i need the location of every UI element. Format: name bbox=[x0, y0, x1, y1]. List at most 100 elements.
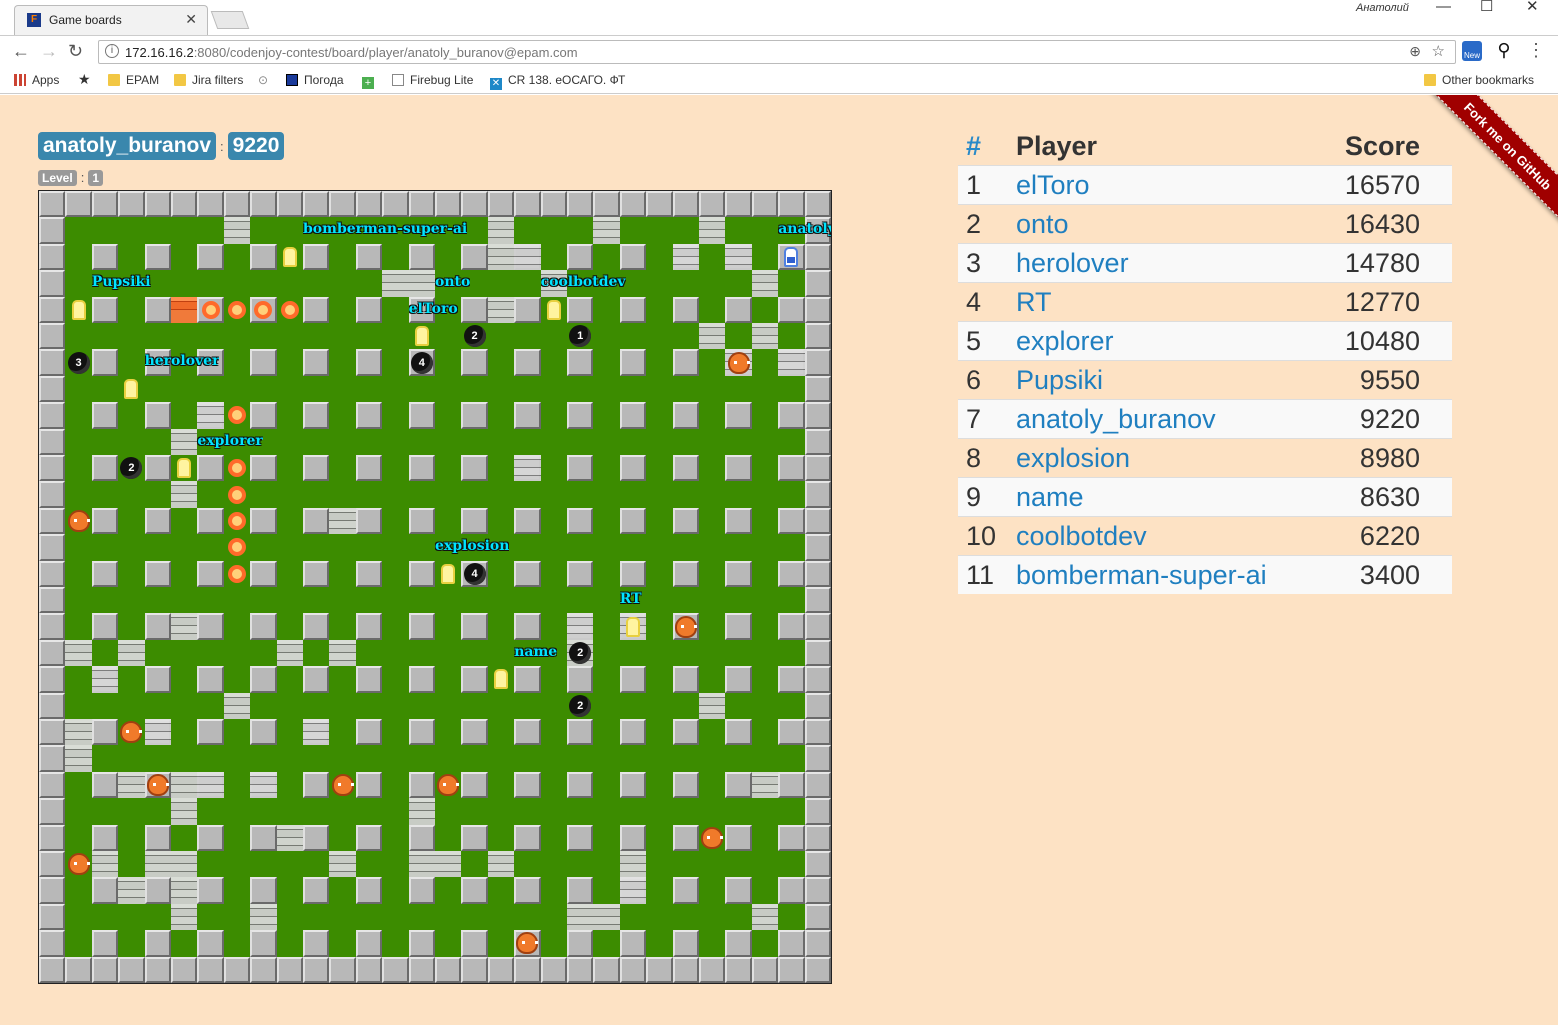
wall-block bbox=[699, 956, 726, 983]
wall-block bbox=[804, 719, 831, 746]
destructible-brick bbox=[699, 217, 726, 244]
wall-block bbox=[804, 402, 831, 429]
wall-block bbox=[725, 560, 752, 587]
wall-block bbox=[355, 402, 383, 429]
url-text[interactable]: 172.16.16.2:8080/codenjoy-contest/board/… bbox=[125, 45, 578, 60]
player-link[interactable]: explorer bbox=[1016, 326, 1114, 357]
player-link[interactable]: bomberman-super-ai bbox=[1016, 560, 1267, 591]
wall-block bbox=[725, 507, 752, 535]
star-icon[interactable]: ★ bbox=[78, 71, 91, 88]
menu-kebab-icon[interactable]: ⋮ bbox=[1526, 41, 1546, 61]
blast-icon bbox=[224, 297, 250, 323]
github-ribbon-label[interactable]: Fork me on GitHub bbox=[1410, 95, 1558, 249]
tab-close-icon[interactable]: ✕ bbox=[185, 11, 197, 28]
player-link[interactable]: coolbotdev bbox=[1016, 521, 1147, 552]
folder-icon bbox=[108, 74, 120, 86]
player-link[interactable]: explosion bbox=[1016, 443, 1130, 474]
info-icon[interactable]: i bbox=[105, 44, 119, 58]
wall-block bbox=[355, 191, 383, 218]
forward-icon[interactable]: → bbox=[40, 41, 58, 62]
player-link[interactable]: anatoly_buranov bbox=[1016, 404, 1216, 435]
bookmark-apps[interactable]: Apps bbox=[14, 73, 59, 87]
wall-block bbox=[804, 375, 831, 403]
extension-key-icon[interactable]: ⚲ bbox=[1494, 41, 1514, 61]
player-link[interactable]: name bbox=[1016, 482, 1084, 513]
wall-block bbox=[567, 455, 594, 482]
wall-block bbox=[619, 956, 647, 983]
bookmark-label: Apps bbox=[32, 73, 60, 87]
wall-block bbox=[804, 930, 831, 957]
wall-block bbox=[144, 455, 171, 482]
other-bomberman-icon bbox=[409, 323, 435, 349]
wall-block bbox=[408, 507, 435, 535]
destructible-brick bbox=[171, 798, 198, 825]
wall-block bbox=[408, 771, 435, 799]
destructible-brick bbox=[223, 692, 251, 719]
wall-block bbox=[778, 824, 805, 851]
github-ribbon[interactable]: Fork me on GitHub bbox=[1410, 95, 1558, 285]
player-link[interactable]: elToro bbox=[1016, 170, 1090, 201]
wall-block bbox=[197, 191, 224, 218]
extension-new-icon[interactable]: New bbox=[1462, 41, 1482, 61]
player-link[interactable]: RT bbox=[1016, 287, 1052, 318]
plus-icon[interactable]: + bbox=[362, 73, 380, 89]
destructible-brick bbox=[382, 270, 409, 297]
wall-block bbox=[329, 956, 356, 983]
folder-icon bbox=[174, 74, 186, 86]
profile-name[interactable]: Анатолий bbox=[1356, 2, 1409, 14]
wall-block bbox=[672, 771, 699, 799]
bookmark-cr138[interactable]: ✕ CR 138. еОСАГО. ФТ bbox=[490, 73, 625, 90]
game-board[interactable]: 21342422bomberman-super-aianatoly_Pupsik… bbox=[38, 190, 832, 984]
map-pin-icon[interactable]: ⊙ bbox=[258, 73, 268, 87]
player-name-label: elToro bbox=[408, 300, 458, 317]
wall-block bbox=[408, 613, 435, 640]
blast-icon bbox=[197, 297, 223, 323]
address-bar[interactable]: i 172.16.16.2:8080/codenjoy-contest/boar… bbox=[98, 40, 1456, 64]
leaderboard-row: 5 explorer 10480 bbox=[958, 321, 1452, 360]
player-link[interactable]: herolover bbox=[1016, 248, 1129, 279]
destructible-brick bbox=[171, 613, 198, 640]
wall-block bbox=[355, 666, 383, 693]
rank-cell: 4 bbox=[966, 287, 982, 317]
separator: : bbox=[80, 170, 85, 186]
bookmark-other[interactable]: Other bookmarks bbox=[1424, 73, 1534, 87]
destructible-brick bbox=[118, 639, 145, 667]
blast-icon bbox=[250, 297, 276, 323]
tab-game-boards[interactable]: F Game boards ✕ bbox=[14, 5, 208, 35]
wall-block bbox=[39, 613, 66, 640]
wall-block bbox=[619, 560, 647, 587]
new-tab-button[interactable] bbox=[210, 11, 250, 29]
wall-block bbox=[144, 296, 171, 323]
wall-block bbox=[355, 613, 383, 640]
reload-icon[interactable]: ↻ bbox=[68, 41, 83, 62]
minimize-icon[interactable]: — bbox=[1436, 0, 1451, 15]
destructible-brick bbox=[435, 851, 462, 878]
bookmark-jira-filters[interactable]: Jira filters bbox=[174, 73, 243, 87]
bookmark-star-icon[interactable]: ☆ bbox=[1432, 42, 1445, 60]
score-cell: 8630 bbox=[1359, 482, 1420, 512]
destructible-brick bbox=[276, 824, 303, 851]
bomb-icon: 1 bbox=[567, 323, 593, 349]
maximize-icon[interactable]: ☐ bbox=[1480, 0, 1493, 15]
close-window-icon[interactable]: ✕ bbox=[1526, 0, 1539, 15]
back-icon[interactable]: ← bbox=[12, 41, 30, 62]
bomb-icon: 4 bbox=[409, 349, 435, 375]
wall-block bbox=[39, 481, 66, 508]
destructible-brick bbox=[171, 851, 198, 878]
bookmark-epam[interactable]: EPAM bbox=[108, 73, 159, 87]
destructible-brick bbox=[514, 455, 541, 482]
bomb-icon: 2 bbox=[567, 640, 593, 666]
bookmark-firebug-lite[interactable]: Firebug Lite bbox=[392, 73, 473, 87]
zoom-icon[interactable]: ⊕ bbox=[1409, 43, 1421, 60]
wall-block bbox=[39, 903, 66, 931]
wall-block bbox=[118, 191, 145, 218]
wall-block bbox=[39, 191, 66, 218]
bookmark-weather[interactable]: Погода bbox=[286, 73, 344, 87]
wall-block bbox=[778, 560, 805, 587]
player-link[interactable]: onto bbox=[1016, 209, 1069, 240]
wall-block bbox=[250, 402, 277, 429]
wall-block bbox=[725, 666, 752, 693]
other-bomberman-icon bbox=[65, 297, 91, 323]
player-link[interactable]: Pupsiki bbox=[1016, 365, 1103, 396]
wall-block bbox=[778, 771, 805, 799]
